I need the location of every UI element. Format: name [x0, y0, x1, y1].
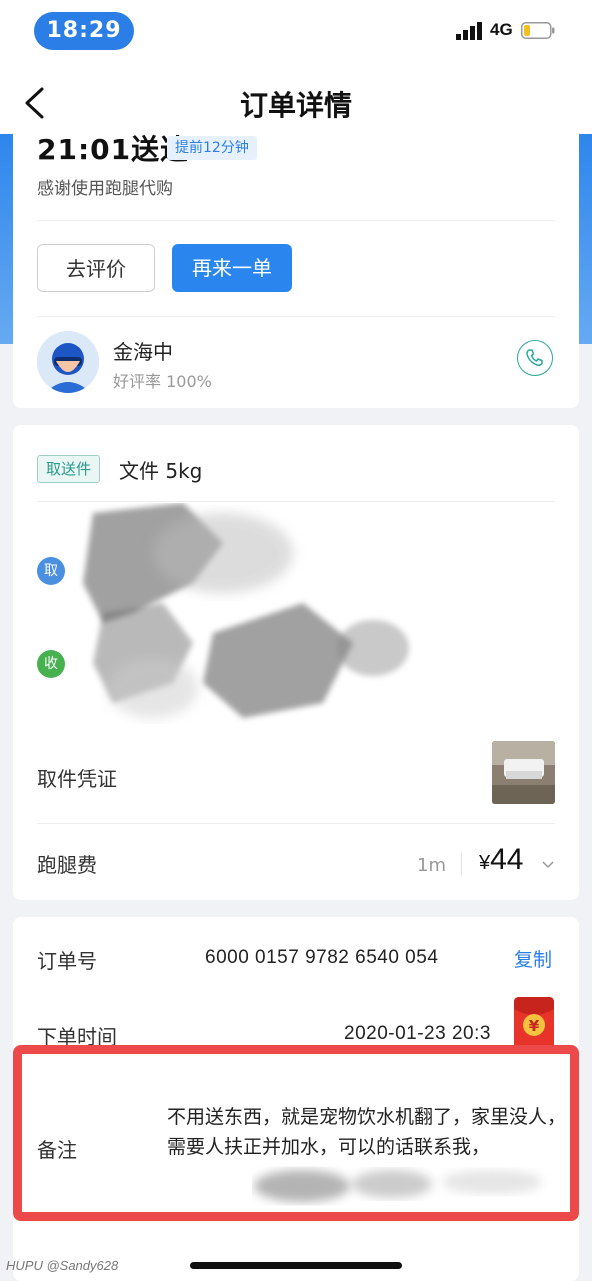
battery-icon	[521, 22, 555, 39]
divider	[37, 220, 555, 221]
rider-name: 金海中	[113, 340, 173, 364]
rider-rating: 好评率 100%	[113, 372, 212, 391]
review-button[interactable]: 去评价	[37, 244, 155, 292]
order-number-value: 6000 0157 9782 6540 054	[205, 947, 439, 968]
divider	[37, 823, 555, 824]
divider	[37, 501, 555, 502]
item-detail-card: 取送件 文件 5kg 取 收 取件凭证 跑腿费 1m ¥44	[13, 425, 579, 900]
early-badge: 提前12分钟	[167, 136, 257, 160]
divider	[37, 316, 555, 317]
rider-helmet-icon	[37, 331, 99, 393]
delivery-status-card: 21:01送达 提前12分钟 感谢使用跑腿代购 去评价 再来一单 金海中 好评率…	[13, 133, 579, 408]
pickup-proof-label: 取件凭证	[37, 767, 117, 791]
remark-highlight-box: 备注 不用送东西，就是宠物饮水机翻了，家里没人，需要人扶正并加水，可以的话联系我…	[13, 1045, 579, 1221]
pickup-proof-thumbnail[interactable]	[492, 741, 555, 804]
dropoff-marker: 收	[37, 650, 65, 678]
phone-icon	[526, 349, 543, 367]
fee-value: 44	[490, 843, 524, 876]
redacted-address-scribble	[83, 503, 409, 718]
nav-header: 订单详情	[0, 62, 592, 134]
item-description: 文件 5kg	[119, 459, 203, 483]
home-indicator[interactable]	[190, 1262, 402, 1269]
remark-label: 备注	[37, 1138, 77, 1162]
chevron-down-icon[interactable]	[542, 861, 554, 869]
reorder-button[interactable]: 再来一单	[172, 244, 292, 292]
redacted-remark-scribble	[254, 1170, 542, 1202]
status-time: 18:29	[34, 12, 134, 50]
fee-amount[interactable]: ¥44	[479, 843, 524, 877]
order-number-label: 订单号	[37, 949, 97, 973]
rider-avatar	[37, 331, 99, 393]
service-type-badge: 取送件	[37, 455, 101, 483]
network-label: 4G	[490, 20, 513, 39]
distance-value: 1m	[417, 855, 446, 876]
remark-text: 不用送东西，就是宠物饮水机翻了，家里没人，需要人扶正并加水，可以的话联系我，	[167, 1106, 567, 1158]
status-bar: 18:29 4G	[0, 0, 592, 62]
svg-text:¥: ¥	[529, 1017, 540, 1035]
copy-order-number-link[interactable]: 复制	[514, 945, 552, 972]
proof-photo-image	[492, 741, 555, 804]
fee-currency: ¥	[479, 852, 491, 874]
thanks-text: 感谢使用跑腿代购	[37, 179, 173, 199]
call-rider-button[interactable]	[517, 340, 553, 376]
watermark: HUPU @Sandy628	[6, 1258, 119, 1273]
fee-separator	[461, 853, 462, 875]
signal-icon	[456, 22, 482, 40]
delivery-fee-label: 跑腿费	[37, 853, 97, 877]
order-time-value: 2020-01-23 20:3	[344, 1023, 491, 1044]
page-title: 订单详情	[239, 89, 352, 122]
pickup-marker: 取	[37, 557, 65, 585]
